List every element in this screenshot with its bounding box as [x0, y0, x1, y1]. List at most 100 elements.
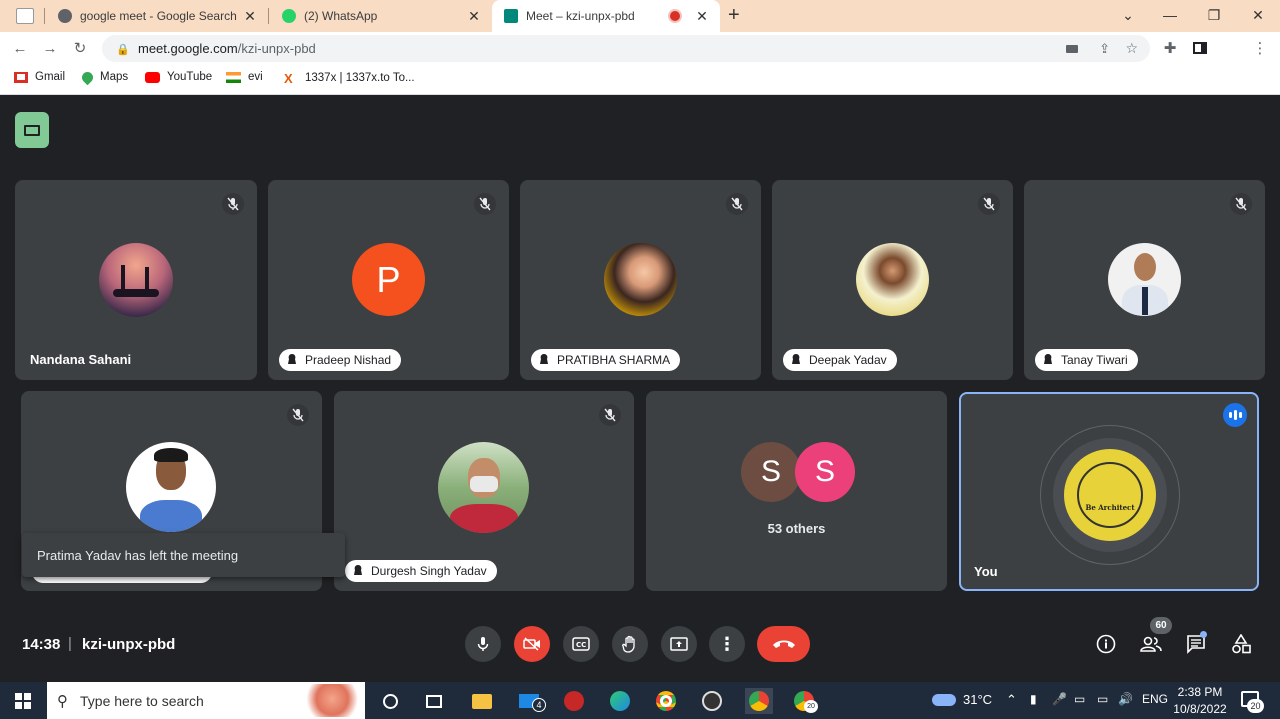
clock-date[interactable]: 10/8/2022 — [1168, 702, 1232, 716]
reload-icon[interactable]: ↻ — [70, 38, 90, 58]
participant-name: Deepak Yadav — [809, 353, 887, 367]
self-tile[interactable]: Be Architect You — [959, 392, 1259, 591]
avatar — [856, 243, 929, 316]
battery-icon[interactable]: ▭ — [1074, 692, 1085, 706]
tab-title: Meet – kzi-unpx-pbd — [526, 9, 635, 23]
bookmark-evi[interactable]: evi — [226, 71, 263, 83]
bookmark-label: 1337x | 1337x.to To... — [305, 72, 415, 84]
start-button[interactable] — [10, 688, 36, 714]
pin-icon — [1044, 354, 1052, 364]
language-indicator[interactable]: ENG — [1142, 692, 1168, 706]
bookmark-1337x[interactable]: X 1337x | 1337x.to To... — [284, 71, 415, 86]
chrome-badge: 20 — [804, 700, 818, 713]
camera-button[interactable] — [514, 626, 550, 662]
leave-call-button[interactable] — [757, 626, 810, 662]
tab-search-icon[interactable] — [16, 8, 34, 24]
system-tray-icon[interactable]: ▮ — [1030, 692, 1037, 706]
task-view-icon[interactable] — [421, 688, 447, 714]
mic-off-icon — [978, 193, 1000, 215]
participant-name: Tanay Tiwari — [1061, 353, 1128, 367]
extensions-icon[interactable]: ✚ — [1160, 38, 1180, 58]
people-count-badge: 60 — [1150, 617, 1172, 634]
temperature[interactable]: 31°C — [963, 692, 992, 707]
present-button[interactable] — [661, 626, 697, 662]
activities-button[interactable] — [1227, 630, 1255, 658]
map-pin-icon — [79, 69, 96, 85]
participant-tile[interactable]: Nandana Sahani — [15, 180, 257, 380]
recording-icon — [670, 11, 680, 21]
companion-mode-button[interactable] — [15, 112, 49, 148]
captions-icon: CC — [572, 637, 590, 651]
meeting-details-button[interactable] — [1092, 630, 1120, 658]
close-icon[interactable]: ✕ — [240, 8, 260, 25]
network-icon[interactable]: ▭ — [1097, 692, 1108, 706]
back-icon[interactable]: ← — [10, 38, 30, 58]
file-explorer-icon[interactable] — [469, 688, 495, 714]
chevron-up-icon[interactable]: ⌃ — [1006, 692, 1017, 708]
menu-icon[interactable]: ⋮ — [1250, 38, 1270, 58]
minimize-button[interactable]: — — [1148, 0, 1192, 30]
devices-icon — [24, 124, 40, 136]
mail-badge: 4 — [532, 698, 546, 712]
participant-tile[interactable]: PRATIBHA SHARMA — [520, 180, 761, 380]
close-icon[interactable]: ✕ — [464, 8, 484, 25]
whatsapp-icon — [282, 9, 296, 23]
mic-off-icon — [222, 193, 244, 215]
mic-off-icon — [599, 404, 621, 426]
bookmark-maps[interactable]: Maps — [79, 69, 129, 85]
bookmark-gmail[interactable]: Gmail — [14, 71, 65, 83]
obs-icon[interactable] — [699, 688, 725, 714]
clock-time[interactable]: 2:38 PM — [1170, 685, 1230, 699]
participant-name: PRATIBHA SHARMA — [557, 353, 671, 367]
captions-button[interactable]: CC — [563, 626, 599, 662]
participant-tile[interactable]: P Pradeep Nishad — [268, 180, 509, 380]
weather-cloud-icon[interactable] — [932, 694, 956, 706]
tab-meet[interactable]: Meet – kzi-unpx-pbd ✕ — [492, 0, 720, 32]
avatar — [99, 243, 173, 317]
lock-icon: 🔒 — [116, 43, 130, 56]
bookmark-label: YouTube — [167, 71, 213, 83]
app-icon[interactable] — [561, 688, 587, 714]
participant-name-chip: Deepak Yadav — [783, 349, 897, 371]
share-icon[interactable]: ⇪ — [1099, 41, 1110, 57]
raise-hand-button[interactable] — [612, 626, 648, 662]
close-icon[interactable]: ✕ — [692, 8, 712, 25]
people-button[interactable] — [1137, 630, 1165, 658]
more-options-button[interactable]: ⋮ — [709, 626, 745, 662]
participant-tile[interactable]: Deepak Yadav — [772, 180, 1013, 380]
microphone-tray-icon[interactable]: 🎤 — [1052, 692, 1067, 706]
avatar: Be Architect — [1064, 449, 1156, 541]
avatar — [438, 442, 529, 533]
tab-whatsapp[interactable]: (2) WhatsApp ✕ — [270, 0, 492, 32]
present-screen-icon — [670, 637, 688, 651]
edge-icon[interactable] — [607, 688, 633, 714]
forward-icon[interactable]: → — [40, 38, 60, 58]
volume-icon[interactable]: 🔊 — [1118, 692, 1133, 706]
hand-icon — [622, 635, 635, 653]
self-label: You — [974, 564, 998, 579]
taskbar-search-box[interactable]: ⚲ Type here to search — [47, 682, 365, 719]
participant-tile[interactable]: Tanay Tiwari — [1024, 180, 1265, 380]
others-count-label: 53 others — [767, 521, 826, 536]
side-panel-icon[interactable] — [1190, 38, 1210, 58]
bookmark-youtube[interactable]: YouTube — [145, 71, 212, 83]
url-host: meet.google.com — [138, 41, 238, 56]
bookmark-label: Maps — [100, 71, 129, 83]
close-window-button[interactable]: ✕ — [1236, 0, 1280, 30]
avatar: S — [795, 442, 855, 502]
cortana-icon[interactable] — [377, 688, 403, 714]
participant-name: Nandana Sahani — [30, 352, 132, 367]
restore-button[interactable]: ❐ — [1192, 0, 1236, 30]
address-bar[interactable]: 🔒 meet.google.com/kzi-unpx-pbd ⇪ ☆ — [102, 35, 1150, 62]
bookmark-star-icon[interactable]: ☆ — [1125, 40, 1138, 57]
participant-tile[interactable]: Durgesh Singh Yadav — [334, 391, 634, 591]
camera-icon[interactable] — [1066, 44, 1078, 53]
chrome-icon[interactable] — [653, 688, 679, 714]
mic-button[interactable] — [465, 626, 501, 662]
more-vert-icon: ⋮ — [718, 633, 736, 654]
new-tab-button[interactable]: + — [728, 4, 740, 27]
tab-google-search[interactable]: google meet - Google Search ✕ — [46, 0, 268, 32]
tab-search-button[interactable]: ⌄ — [1106, 0, 1150, 30]
chrome-profile-icon[interactable] — [745, 688, 773, 714]
others-tile[interactable]: S S 53 others — [646, 391, 947, 591]
